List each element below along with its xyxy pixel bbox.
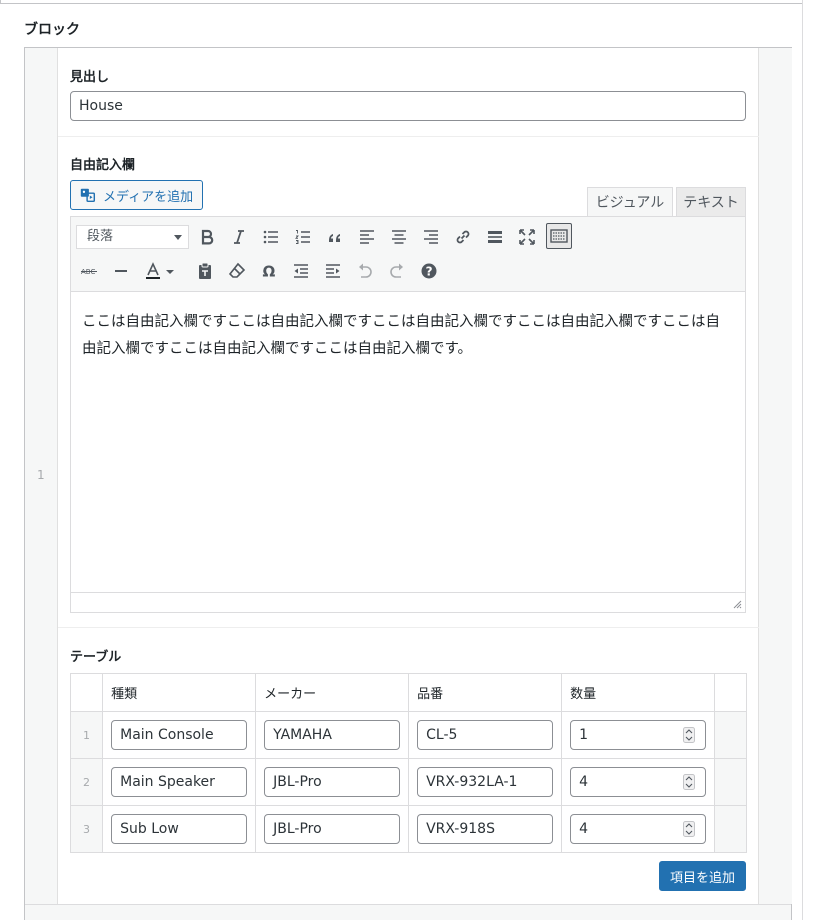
add-media-label: メディアを追加 (103, 189, 194, 205)
next-row-placeholder (25, 904, 791, 920)
qty-input[interactable]: 4 (570, 814, 707, 844)
type-input[interactable]: Sub Low (111, 814, 248, 844)
resize-handle-icon[interactable] (733, 600, 742, 609)
row-actions-header (714, 673, 747, 712)
outdent-icon[interactable] (288, 258, 314, 284)
italic-icon[interactable] (226, 224, 252, 250)
type-input[interactable]: Main Speaker (111, 767, 248, 797)
clear-formatting-icon[interactable] (224, 258, 250, 284)
align-left-icon[interactable] (354, 224, 380, 250)
freeform-label: 自由記入欄 (70, 158, 136, 173)
heading-input[interactable]: House (70, 91, 746, 121)
special-character-icon[interactable]: Ω (256, 258, 282, 284)
row-actions-cell[interactable] (714, 758, 747, 806)
maker-input[interactable]: JBL-Pro (264, 767, 401, 797)
editor-toolbar: 段落 Ω ? (71, 217, 745, 292)
qty-input[interactable]: 4 (570, 767, 707, 797)
row-actions-cell[interactable] (714, 805, 747, 853)
add-row-button[interactable]: 項目を追加 (659, 861, 746, 891)
read-more-icon[interactable] (482, 224, 508, 250)
row-actions-cell[interactable] (714, 711, 747, 759)
media-icon (79, 186, 97, 204)
redo-icon[interactable] (384, 258, 410, 284)
model-input[interactable]: VRX-932LA-1 (417, 767, 554, 797)
bold-icon[interactable] (194, 224, 220, 250)
spinner-icon[interactable] (683, 821, 696, 837)
align-right-icon[interactable] (418, 224, 444, 250)
qty-value: 1 (579, 727, 589, 743)
editor-statusbar (71, 592, 745, 612)
strikethrough-icon[interactable]: ABC (76, 258, 102, 284)
maker-input[interactable]: JBL-Pro (264, 814, 401, 844)
table-label: テーブル (70, 650, 122, 665)
link-icon[interactable] (450, 224, 476, 250)
tab-text[interactable]: テキスト (676, 187, 746, 217)
table-row: 1 Main Console YAMAHA CL-5 1 (69, 711, 747, 759)
fullscreen-icon[interactable] (514, 224, 540, 250)
panel-top-edge (0, 0, 803, 4)
numbered-list-icon[interactable] (290, 224, 316, 250)
row-drag-handle[interactable]: 1 (25, 48, 58, 904)
heading-field: 見出し House (58, 48, 759, 137)
table-row: 2 Main Speaker JBL-Pro VRX-932LA-1 4 (69, 758, 747, 806)
column-header-maker: メーカー (255, 673, 410, 712)
row-number: 1 (37, 468, 45, 482)
column-header-type: 種類 (102, 673, 257, 712)
blockquote-icon[interactable] (322, 224, 348, 250)
format-select-value: 段落 (87, 229, 114, 244)
svg-text:Ω: Ω (263, 263, 276, 281)
table-row-number[interactable]: 1 (69, 711, 104, 759)
model-input[interactable]: CL-5 (417, 720, 554, 750)
indent-icon[interactable] (320, 258, 346, 284)
add-media-button[interactable]: メディアを追加 (70, 180, 203, 210)
svg-text:?: ? (426, 265, 433, 279)
bulleted-list-icon[interactable] (258, 224, 284, 250)
paragraph-format-select[interactable]: 段落 (76, 225, 189, 249)
panel-right-edge (802, 0, 803, 920)
row-number-header (69, 673, 104, 712)
table-row-number[interactable]: 2 (69, 758, 104, 806)
block-field-label: ブロック (24, 22, 80, 38)
table-row-number[interactable]: 3 (69, 805, 104, 853)
qty-value: 4 (579, 821, 589, 837)
column-header-qty: 数量 (561, 673, 716, 712)
table-header-row: 種類 メーカー 品番 数量 (69, 673, 747, 712)
qty-value: 4 (579, 774, 589, 790)
row-content: 見出し House 自由記入欄 メディアを追加 ビジュアル テキスト 段落 Ω … (58, 48, 759, 904)
help-icon[interactable]: ? (416, 258, 442, 284)
block-repeater: 1 見出し House 自由記入欄 メディアを追加 ビジュアル テキスト 段落 (24, 47, 792, 920)
chevron-down-icon (174, 235, 182, 240)
table-row: 3 Sub Low JBL-Pro VRX-918S 4 (69, 805, 747, 853)
maker-input[interactable]: YAMAHA (264, 720, 401, 750)
spinner-icon[interactable] (683, 727, 696, 743)
qty-input[interactable]: 1 (570, 720, 707, 750)
model-input[interactable]: VRX-918S (417, 814, 554, 844)
horizontal-line-icon[interactable] (108, 258, 134, 284)
tab-visual[interactable]: ビジュアル (587, 187, 673, 217)
column-header-model: 品番 (408, 673, 563, 712)
row-actions[interactable] (759, 48, 792, 904)
spinner-icon[interactable] (683, 774, 696, 790)
items-table: 種類 メーカー 品番 数量 1 Main Console YAMAHA CL-5… (69, 673, 747, 853)
toolbar-toggle-icon[interactable] (546, 223, 572, 249)
text-color-dropdown-icon[interactable] (163, 258, 177, 284)
align-center-icon[interactable] (386, 224, 412, 250)
undo-icon[interactable] (352, 258, 378, 284)
paste-as-text-icon[interactable] (192, 258, 218, 284)
editor-content[interactable]: ここは自由記入欄ですここは自由記入欄ですここは自由記入欄ですここは自由記入欄です… (71, 292, 745, 592)
type-input[interactable]: Main Console (111, 720, 248, 750)
rich-text-editor: 段落 Ω ? ここは自由記入欄ですここは自由記入欄ですここは自由記入欄ですここは… (70, 216, 746, 613)
heading-label: 見出し (70, 70, 110, 85)
